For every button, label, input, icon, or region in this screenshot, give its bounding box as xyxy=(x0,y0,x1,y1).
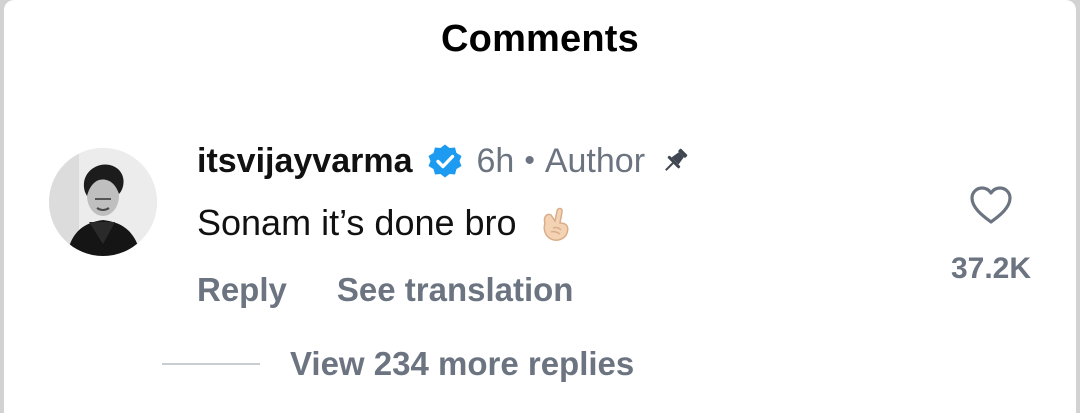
comment-meta: itsvijayvarma 6h • Author xyxy=(197,138,691,184)
comment-timestamp: 6h xyxy=(476,141,515,180)
view-replies-label[interactable]: View 234 more replies xyxy=(290,345,634,383)
comments-sheet: Comments itsvijayvarma 6h • Author Sonam… xyxy=(4,0,1076,413)
like-area: 37.2K xyxy=(936,184,1046,286)
see-translation-button[interactable]: See translation xyxy=(337,271,574,309)
replies-divider xyxy=(162,363,260,365)
pin-icon xyxy=(659,145,691,177)
meta-separator: • xyxy=(524,144,535,177)
avatar[interactable] xyxy=(49,148,157,256)
view-more-replies[interactable]: View 234 more replies xyxy=(162,345,634,383)
comment-body: itsvijayvarma 6h • Author Sonam it’s don… xyxy=(197,138,691,312)
comment-text: Sonam it’s done bro xyxy=(197,202,517,243)
verified-badge-icon xyxy=(427,143,463,179)
finger-heart-emoji-icon xyxy=(533,201,577,245)
user-avatar-photo xyxy=(49,148,157,256)
heart-outline-icon[interactable] xyxy=(968,184,1014,226)
reply-button[interactable]: Reply xyxy=(197,271,287,309)
author-tag: Author xyxy=(544,141,646,180)
username[interactable]: itsvijayvarma xyxy=(197,142,413,181)
comments-title: Comments xyxy=(441,18,639,60)
comment-content: Sonam it’s done bro xyxy=(197,198,691,248)
like-count: 37.2K xyxy=(950,252,1032,285)
comment-actions: Reply See translation xyxy=(197,268,691,312)
